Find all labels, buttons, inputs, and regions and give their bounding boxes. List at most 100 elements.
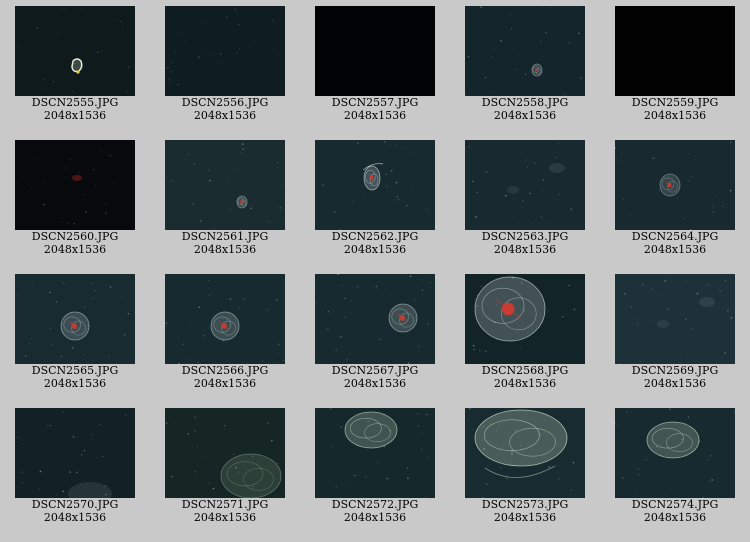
thumbnail-image[interactable] — [615, 274, 735, 364]
file-name-label: DSCN2573.JPG — [481, 498, 569, 511]
file-name-label: DSCN2560.JPG — [31, 230, 119, 243]
thumbnail-picture — [465, 140, 585, 230]
thumbnail-item[interactable]: DSCN2565.JPG 2048x1536 — [15, 274, 135, 400]
file-name-label: DSCN2564.JPG — [631, 230, 719, 243]
file-name-label: DSCN2555.JPG — [31, 96, 119, 109]
thumbnail-item[interactable]: DSCN2555.JPG 2048x1536 — [15, 6, 135, 132]
thumbnail-image[interactable] — [165, 274, 285, 364]
thumbnail-picture — [615, 408, 735, 498]
image-dimensions-label: 2048x1536 — [493, 243, 557, 256]
thumbnail-picture — [315, 274, 435, 364]
thumbnail-picture — [465, 408, 585, 498]
thumbnail-item[interactable]: DSCN2568.JPG 2048x1536 — [465, 274, 585, 400]
file-name-label: DSCN2574.JPG — [631, 498, 719, 511]
thumbnail-item[interactable]: DSCN2574.JPG 2048x1536 — [615, 408, 735, 534]
thumbnail-image[interactable] — [465, 408, 585, 498]
image-dimensions-label: 2048x1536 — [643, 243, 707, 256]
thumbnail-picture — [15, 408, 135, 498]
thumbnail-image[interactable] — [165, 408, 285, 498]
file-name-label: DSCN2567.JPG — [331, 364, 419, 377]
file-name-label: DSCN2557.JPG — [331, 96, 419, 109]
file-name-label: DSCN2558.JPG — [481, 96, 569, 109]
thumbnail-picture — [165, 274, 285, 364]
thumbnail-picture — [615, 274, 735, 364]
image-dimensions-label: 2048x1536 — [43, 377, 107, 390]
thumbnail-item[interactable]: DSCN2560.JPG 2048x1536 — [15, 140, 135, 266]
thumbnail-image[interactable] — [315, 6, 435, 96]
file-name-label: DSCN2556.JPG — [181, 96, 269, 109]
image-dimensions-label: 2048x1536 — [193, 109, 257, 122]
thumbnail-picture — [165, 6, 285, 96]
image-dimensions-label: 2048x1536 — [493, 511, 557, 524]
thumbnail-item[interactable]: DSCN2557.JPG 2048x1536 — [315, 6, 435, 132]
thumbnail-image[interactable] — [615, 408, 735, 498]
thumbnail-picture — [315, 6, 435, 96]
file-name-label: DSCN2562.JPG — [331, 230, 419, 243]
file-name-label: DSCN2569.JPG — [631, 364, 719, 377]
thumbnail-item[interactable]: DSCN2564.JPG 2048x1536 — [615, 140, 735, 266]
thumbnail-item[interactable]: DSCN2562.JPG 2048x1536 — [315, 140, 435, 266]
image-dimensions-label: 2048x1536 — [43, 511, 107, 524]
thumbnail-item[interactable]: DSCN2569.JPG 2048x1536 — [615, 274, 735, 400]
thumbnail-item[interactable]: DSCN2573.JPG 2048x1536 — [465, 408, 585, 534]
image-dimensions-label: 2048x1536 — [343, 243, 407, 256]
file-name-label: DSCN2559.JPG — [631, 96, 719, 109]
file-name-label: DSCN2571.JPG — [181, 498, 269, 511]
thumbnail-image[interactable] — [315, 274, 435, 364]
thumbnail-item[interactable]: DSCN2559.JPG 2048x1536 — [615, 6, 735, 132]
thumbnail-picture — [315, 408, 435, 498]
thumbnail-item[interactable]: DSCN2567.JPG 2048x1536 — [315, 274, 435, 400]
image-dimensions-label: 2048x1536 — [343, 109, 407, 122]
image-dimensions-label: 2048x1536 — [43, 243, 107, 256]
file-name-label: DSCN2565.JPG — [31, 364, 119, 377]
image-dimensions-label: 2048x1536 — [193, 243, 257, 256]
image-dimensions-label: 2048x1536 — [193, 377, 257, 390]
image-dimensions-label: 2048x1536 — [193, 511, 257, 524]
image-dimensions-label: 2048x1536 — [493, 377, 557, 390]
thumbnail-image[interactable] — [165, 140, 285, 230]
thumbnail-picture — [465, 274, 585, 364]
thumbnail-picture — [165, 408, 285, 498]
thumbnail-image[interactable] — [15, 408, 135, 498]
thumbnail-item[interactable]: DSCN2563.JPG 2048x1536 — [465, 140, 585, 266]
file-name-label: DSCN2572.JPG — [331, 498, 419, 511]
image-dimensions-label: 2048x1536 — [643, 511, 707, 524]
thumbnail-image[interactable] — [615, 140, 735, 230]
thumbnail-item[interactable]: DSCN2572.JPG 2048x1536 — [315, 408, 435, 534]
thumbnail-picture — [615, 6, 735, 96]
thumbnail-image[interactable] — [165, 6, 285, 96]
thumbnail-picture — [15, 140, 135, 230]
file-name-label: DSCN2561.JPG — [181, 230, 269, 243]
thumbnail-image[interactable] — [315, 140, 435, 230]
thumbnail-picture — [15, 274, 135, 364]
thumbnail-item[interactable]: DSCN2566.JPG 2048x1536 — [165, 274, 285, 400]
thumbnail-picture — [315, 140, 435, 230]
thumbnail-item[interactable]: DSCN2556.JPG 2048x1536 — [165, 6, 285, 132]
image-dimensions-label: 2048x1536 — [343, 377, 407, 390]
image-dimensions-label: 2048x1536 — [643, 109, 707, 122]
file-name-label: DSCN2570.JPG — [31, 498, 119, 511]
image-dimensions-label: 2048x1536 — [343, 511, 407, 524]
thumbnail-item[interactable]: DSCN2571.JPG 2048x1536 — [165, 408, 285, 534]
image-dimensions-label: 2048x1536 — [43, 109, 107, 122]
thumbnail-picture — [615, 140, 735, 230]
thumbnail-image[interactable] — [615, 6, 735, 96]
thumbnail-picture — [15, 6, 135, 96]
thumbnail-image[interactable] — [15, 140, 135, 230]
thumbnail-grid: DSCN2555.JPG 2048x1536 DSCN2556.JPG 2048… — [0, 0, 750, 542]
thumbnail-item[interactable]: DSCN2570.JPG 2048x1536 — [15, 408, 135, 534]
thumbnail-item[interactable]: DSCN2558.JPG 2048x1536 — [465, 6, 585, 132]
thumbnail-image[interactable] — [465, 274, 585, 364]
file-name-label: DSCN2566.JPG — [181, 364, 269, 377]
file-name-label: DSCN2563.JPG — [481, 230, 569, 243]
thumbnail-picture — [165, 140, 285, 230]
thumbnail-image[interactable] — [15, 6, 135, 96]
image-dimensions-label: 2048x1536 — [493, 109, 557, 122]
file-name-label: DSCN2568.JPG — [481, 364, 569, 377]
thumbnail-image[interactable] — [315, 408, 435, 498]
thumbnail-item[interactable]: DSCN2561.JPG 2048x1536 — [165, 140, 285, 266]
thumbnail-image[interactable] — [465, 140, 585, 230]
thumbnail-image[interactable] — [465, 6, 585, 96]
thumbnail-picture — [465, 6, 585, 96]
thumbnail-image[interactable] — [15, 274, 135, 364]
